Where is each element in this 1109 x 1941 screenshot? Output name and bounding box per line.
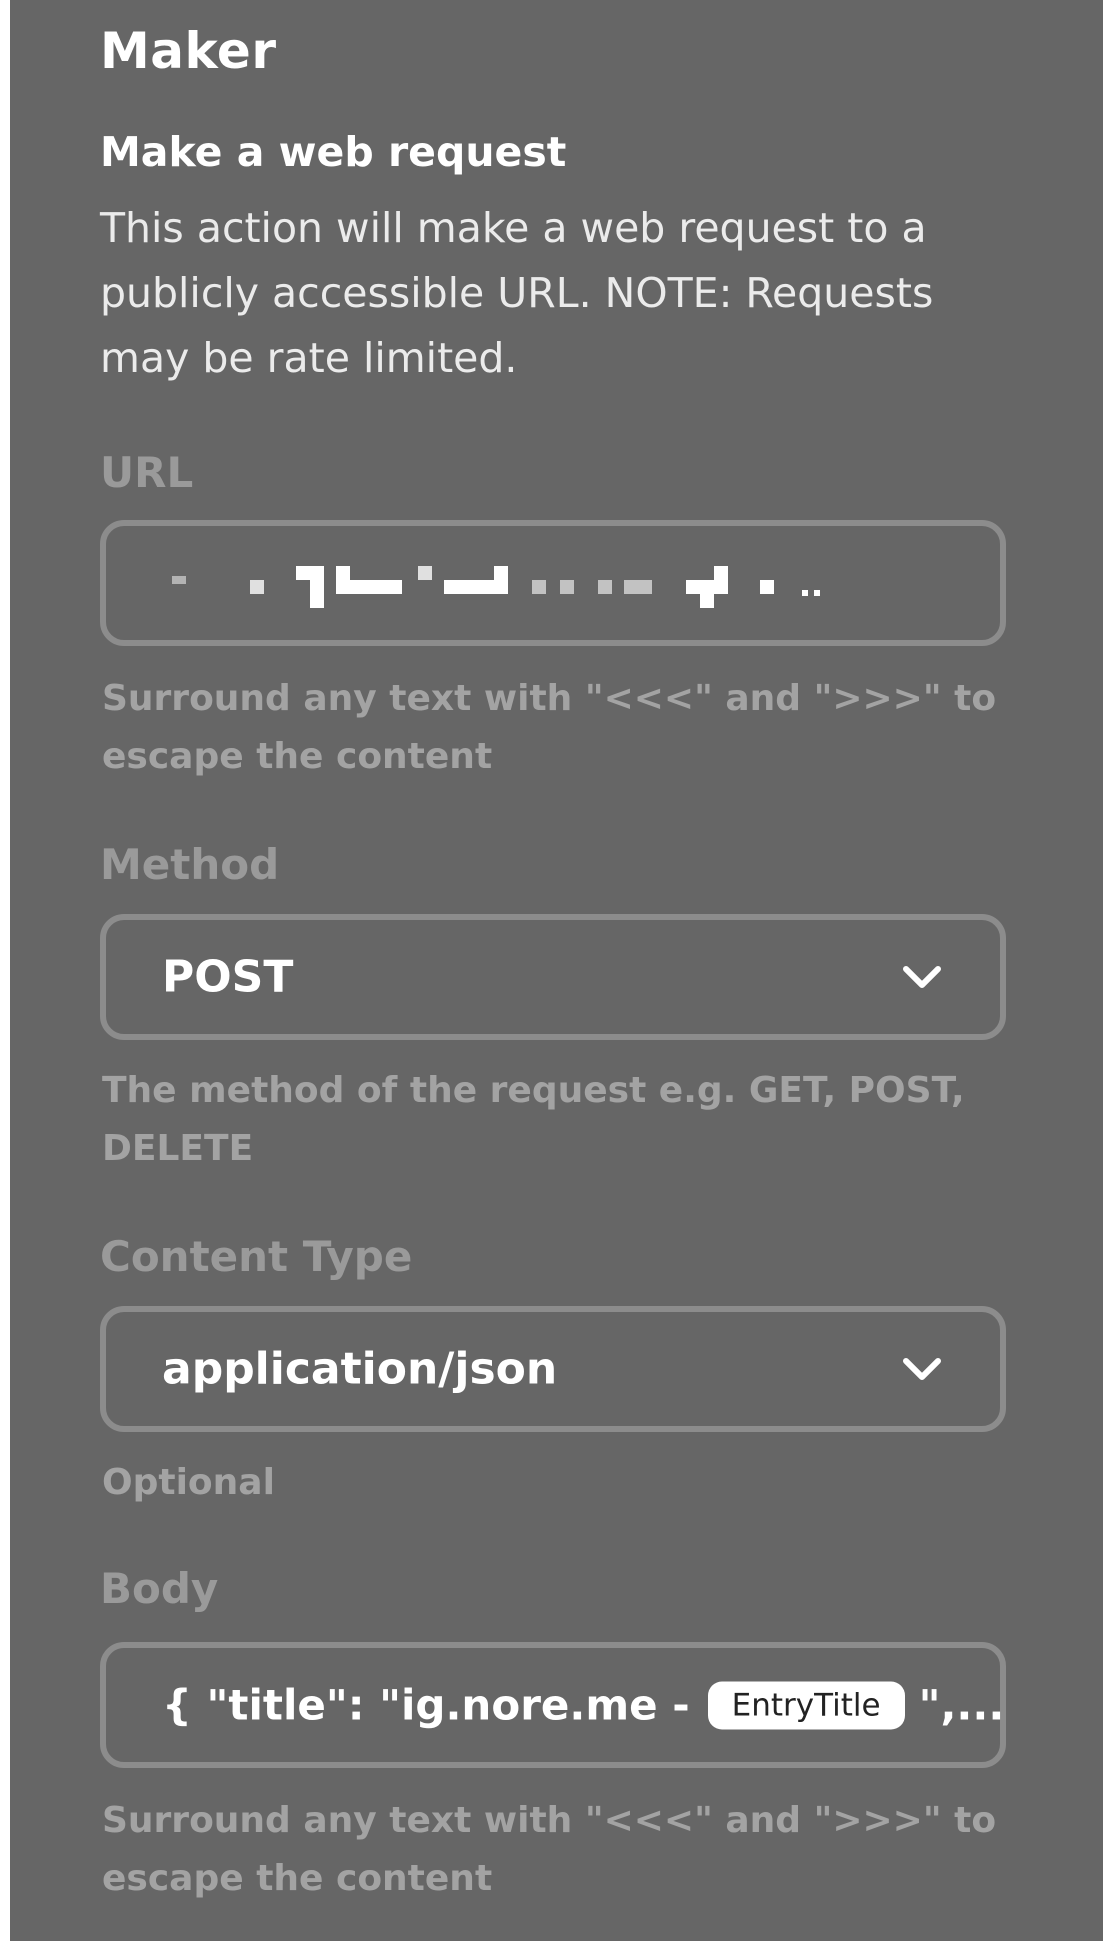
ingredient-pill-entrytitle[interactable]: EntryTitle — [707, 1681, 905, 1729]
body-label: Body — [100, 1564, 219, 1613]
body-text-suffix: ",... — [918, 1680, 1005, 1730]
url-label: URL — [100, 448, 194, 497]
action-description: This action will make a web request to a… — [100, 204, 934, 382]
action-title: Make a web request — [100, 128, 567, 176]
service-name: Maker — [100, 22, 277, 80]
applet-action-panel: Maker Make a web request This action wil… — [10, 0, 1103, 1941]
body-help-text: Surround any text with "<<<" and ">>>" t… — [102, 1800, 997, 1899]
content-type-selected-value: application/json — [162, 1343, 558, 1395]
method-select[interactable]: POST — [100, 914, 1006, 1040]
chevron-down-icon — [903, 1358, 941, 1380]
method-label: Method — [100, 840, 280, 889]
url-input[interactable] — [100, 520, 1006, 646]
body-value: { "title": "ig.nore.me - EntryTitle ",..… — [162, 1681, 1004, 1730]
method-selected-value: POST — [162, 951, 294, 1003]
content-type-help-text: Optional — [102, 1462, 275, 1503]
body-text-prefix: { "title": "ig.nore.me - — [162, 1680, 690, 1730]
content-type-label: Content Type — [100, 1232, 413, 1281]
body-input[interactable]: { "title": "ig.nore.me - EntryTitle ",..… — [100, 1642, 1006, 1768]
url-redacted-value — [162, 566, 952, 608]
content-type-select[interactable]: application/json — [100, 1306, 1006, 1432]
chevron-down-icon — [903, 966, 941, 988]
url-help-text: Surround any text with "<<<" and ">>>" t… — [102, 678, 997, 777]
method-help-text: The method of the request e.g. GET, POST… — [102, 1070, 965, 1169]
